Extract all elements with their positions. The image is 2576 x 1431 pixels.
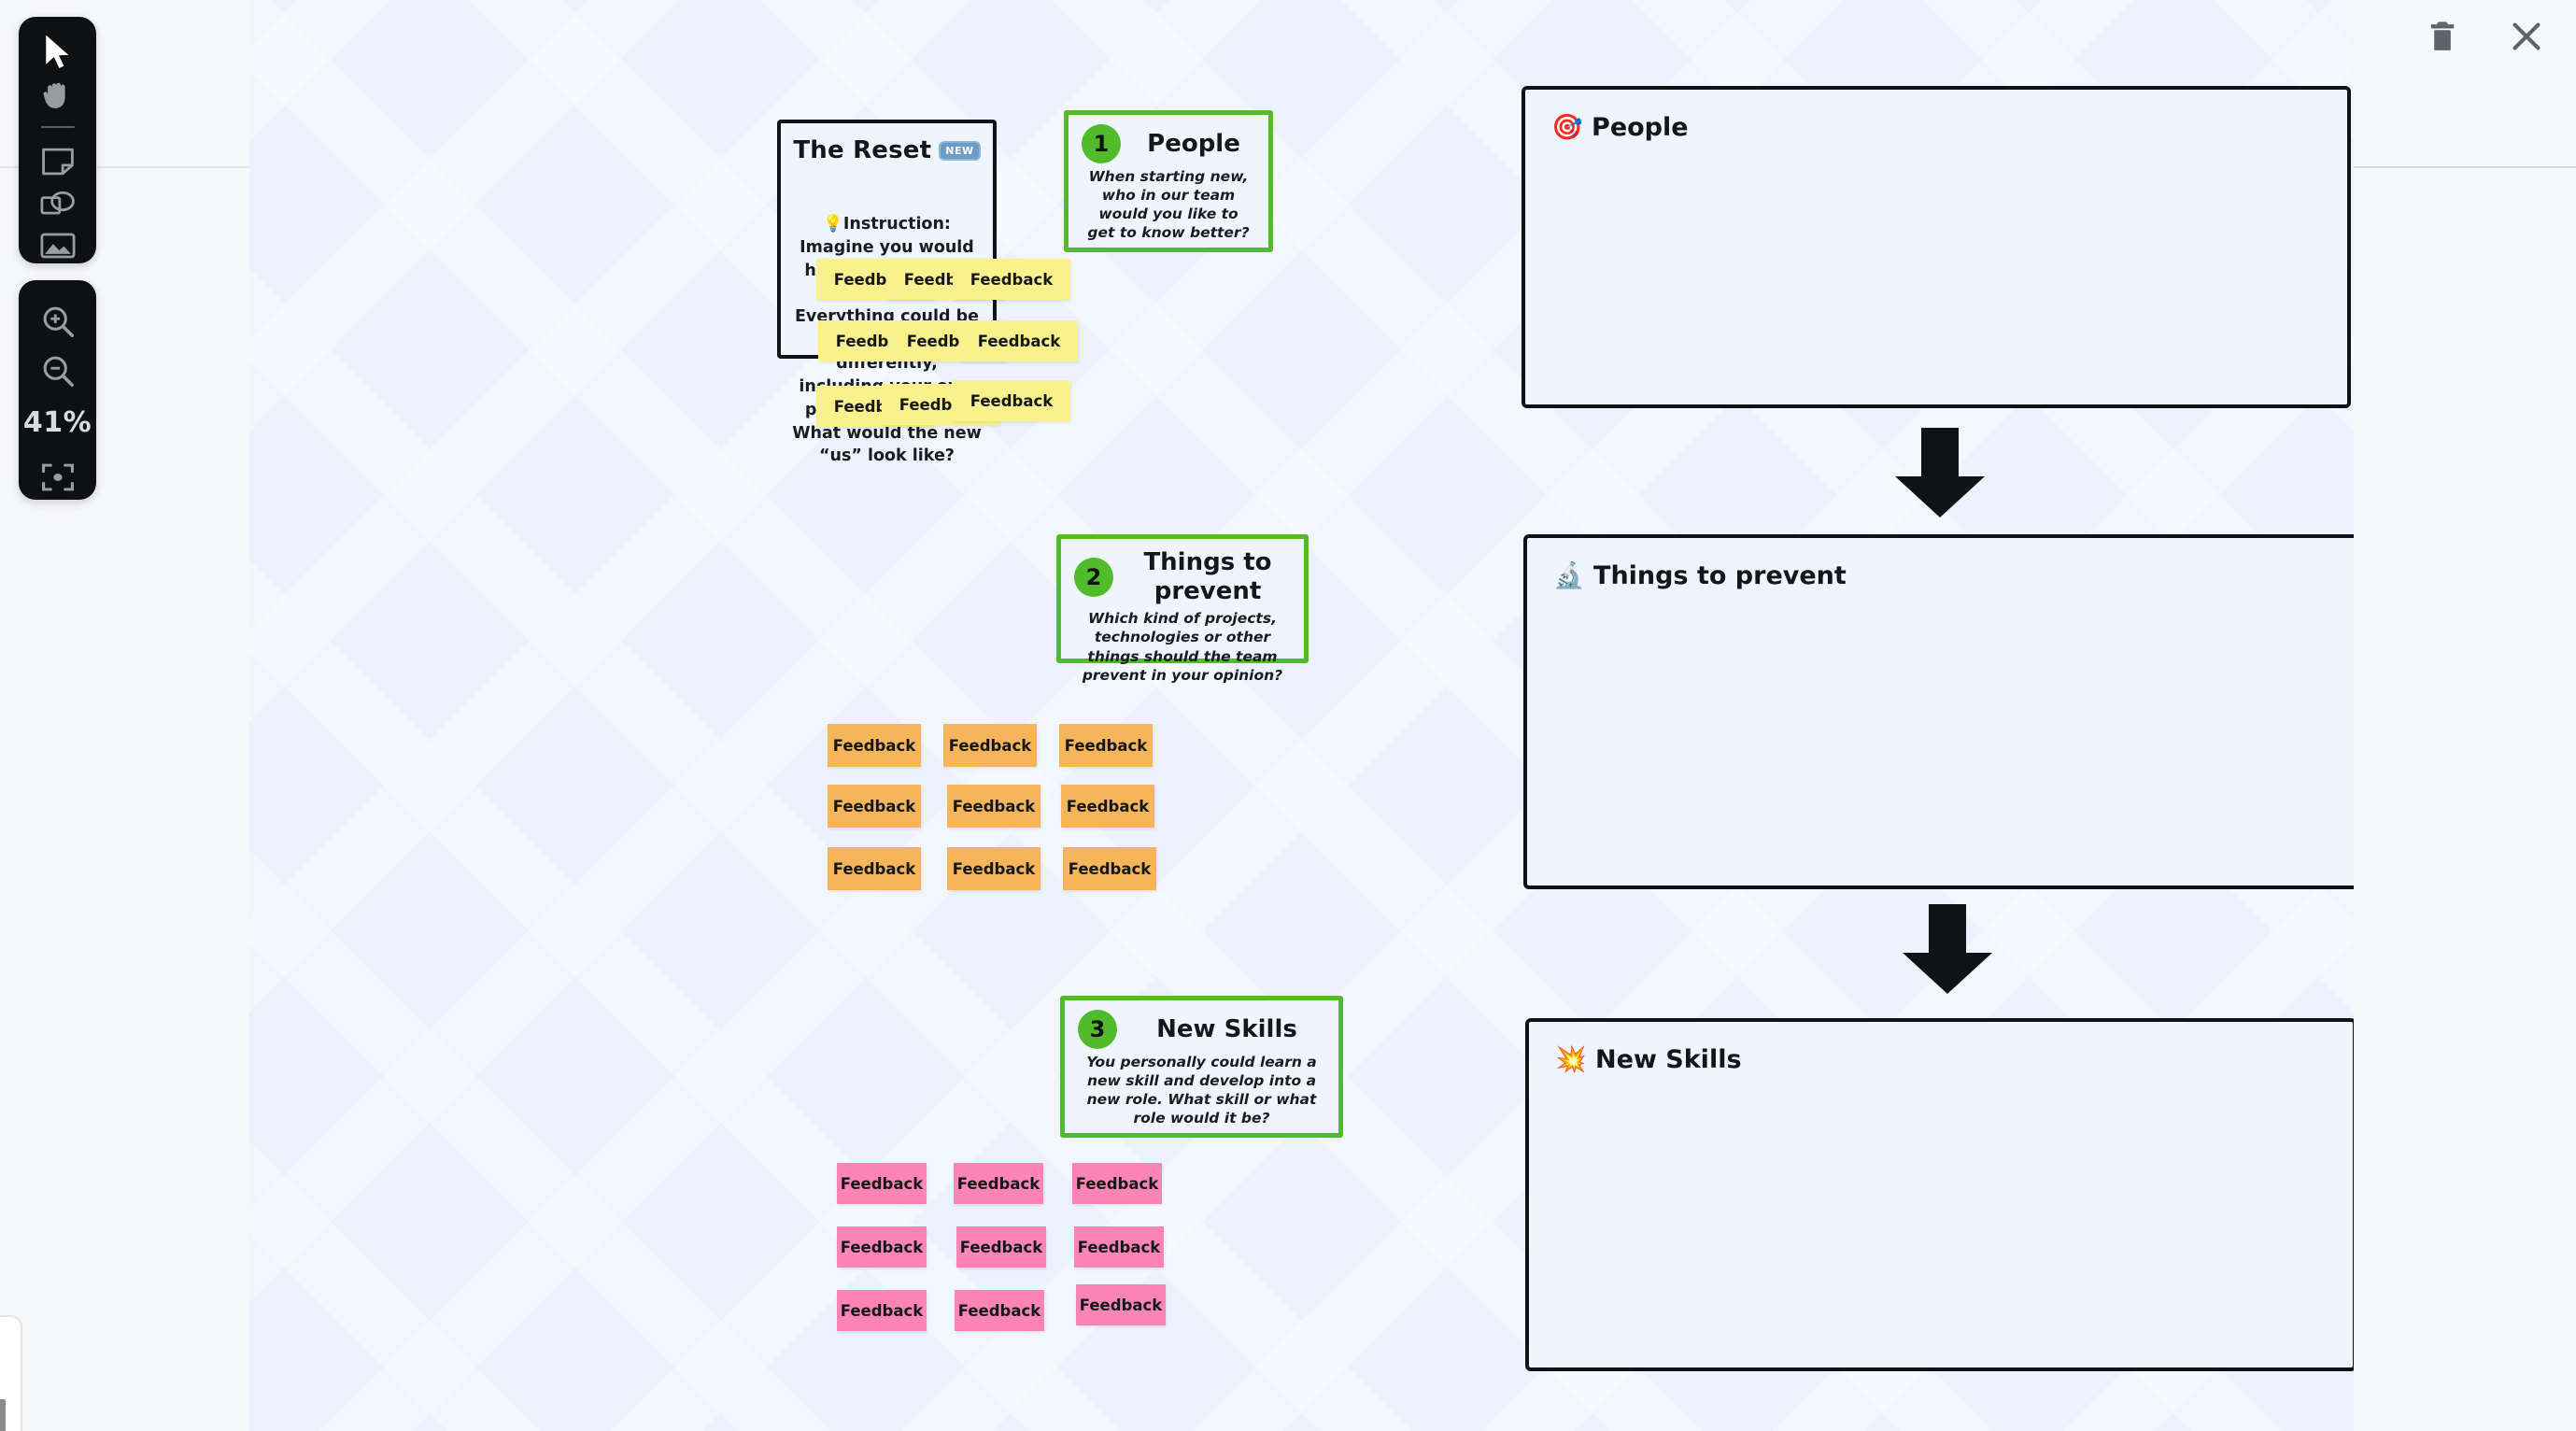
sticky-note-label: Feedback [948,736,1032,755]
sticky-note-label: Feedback [956,1174,1040,1193]
hand-tool[interactable] [27,77,89,113]
sticky-note-label: Feedback [1075,1174,1159,1193]
delete-button[interactable] [2417,11,2468,62]
sticky-note-pink[interactable]: Feedback [837,1290,927,1331]
sticky-note-pink[interactable]: Feedback [956,1226,1046,1268]
result-panel-heading: 💥 New Skills [1555,1042,2327,1077]
lightbulb-icon: 💡 [823,215,843,234]
shape-tool[interactable] [27,185,89,221]
sticky-note-label: Feedback [840,1301,924,1320]
sticky-note-pink[interactable]: Feedback [955,1290,1044,1331]
flow-arrow-1 [1895,428,1985,517]
sticky-note-orange[interactable]: Feedback [1063,847,1156,890]
target-icon: 🎯 [1551,113,1583,142]
sticky-note-tool[interactable] [27,143,89,179]
result-panel-title: People [1592,113,1689,142]
sticky-note-pink[interactable]: Feedback [1076,1284,1166,1325]
sticky-note-pink[interactable]: Feedback [837,1163,927,1204]
top-divider-right [2353,166,2576,168]
result-panel-heading: 🔬 Things to prevent [1553,559,2328,593]
image-tool[interactable] [27,227,89,263]
collision-icon: 💥 [1555,1045,1587,1074]
sticky-note-label: Feedback [952,859,1036,878]
sticky-note-yellow[interactable]: Feedback [953,259,1070,300]
zoom-out-button[interactable] [27,348,89,394]
sticky-note-pink[interactable]: Feedback [1074,1226,1164,1268]
sticky-note-label: Feedback [959,1238,1043,1256]
prompt-number-badge: 3 [1078,1010,1117,1049]
sticky-note-label: Feedback [957,1301,1041,1320]
sticky-note-orange[interactable]: Feedback [943,724,1037,767]
sticky-note-label: Feedback [832,736,916,755]
sticky-note-label: Feedback [832,797,916,815]
sticky-note-orange[interactable]: Feedback [1061,785,1154,828]
prompt-header: 3 New Skills [1078,1010,1325,1049]
flow-arrow-2 [1903,904,1992,994]
prompt-subtitle: You personally could learn a new skill a… [1086,1054,1317,1127]
sticky-note-label: Feedback [840,1238,924,1256]
result-panel-title: New Skills [1595,1045,1742,1074]
prompt-header: 1 People [1082,124,1255,163]
prompt-card-people[interactable]: 1 People When starting new, who in our t… [1064,110,1273,252]
top-right-actions [2417,11,2552,62]
result-panel-new-skills[interactable]: 💥 New Skills [1525,1018,2354,1371]
prompt-title: People [1147,129,1240,158]
whiteboard-canvas[interactable]: The Reset NEW 💡Instruction: Imagine you … [249,0,2354,1431]
close-button[interactable] [2501,11,2552,62]
sticky-note-label: Feedback [970,391,1054,410]
sticky-note-label: Feedback [832,859,916,878]
canvas-toolbar[interactable] [19,17,96,263]
sticky-note-label: Feedback [1064,736,1148,755]
sticky-note-label: Feedback [1077,1238,1161,1256]
prompt-title: Things to prevent [1143,548,1272,605]
reset-card-title: The Reset NEW [792,136,982,164]
fit-to-screen-button[interactable] [27,454,89,500]
sticky-note-label: Feedback [977,332,1061,350]
sticky-note-yellow[interactable]: Feedback [960,320,1078,361]
zoom-level-label: 41% [22,406,92,440]
sticky-note-label: Feedback [952,797,1036,815]
sticky-note-orange[interactable]: Feedback [947,847,1040,890]
sticky-note-pink[interactable]: Feedback [954,1163,1043,1204]
prompt-number-badge: 2 [1074,557,1113,597]
prompt-title: New Skills [1156,1014,1297,1043]
sticky-note-orange[interactable]: Feedback [947,785,1040,828]
sticky-note-orange[interactable]: Feedback [828,847,921,890]
sticky-note-yellow[interactable]: Feedback [953,380,1070,421]
new-badge-icon: NEW [939,140,981,161]
microscope-icon: 🔬 [1553,561,1585,590]
result-panel-heading: 🎯 People [1551,110,2321,145]
prompt-subtitle: Which kind of projects, technologies or … [1082,610,1283,684]
sticky-note-orange[interactable]: Feedback [1059,724,1153,767]
reset-card-title-text: The Reset [793,136,932,164]
prompt-card-new-skills[interactable]: 3 New Skills You personally could learn … [1060,996,1343,1138]
prompt-header: 2 Things to prevent [1074,548,1291,605]
sticky-note-orange[interactable]: Feedback [828,785,921,828]
sticky-note-label: Feedback [1079,1296,1163,1314]
prompt-number-badge: 1 [1082,124,1121,163]
zoom-toolbar[interactable]: 41% [19,280,96,500]
sticky-note-label: Feedback [1068,859,1152,878]
sticky-note-label: Feedback [1066,797,1150,815]
prompt-subtitle: When starting new, who in our team would… [1087,168,1250,242]
sticky-note-label: Feedback [840,1174,924,1193]
sticky-note-pink[interactable]: Feedback [837,1226,927,1268]
sticky-note-label: Feedback [970,270,1054,289]
result-panel-title: Things to prevent [1593,561,1847,590]
result-panel-people[interactable]: 🎯 People [1522,86,2351,408]
zoom-in-button[interactable] [27,299,89,345]
prompt-card-things-to-prevent[interactable]: 2 Things to prevent Which kind of projec… [1056,534,1309,684]
left-panel-handle[interactable] [0,1399,6,1431]
select-tool[interactable] [27,34,89,71]
toolbar-separator [40,125,75,129]
result-panel-things-to-prevent[interactable]: 🔬 Things to prevent [1523,534,2354,889]
sticky-note-pink[interactable]: Feedback [1072,1163,1162,1204]
sticky-note-orange[interactable]: Feedback [828,724,921,767]
